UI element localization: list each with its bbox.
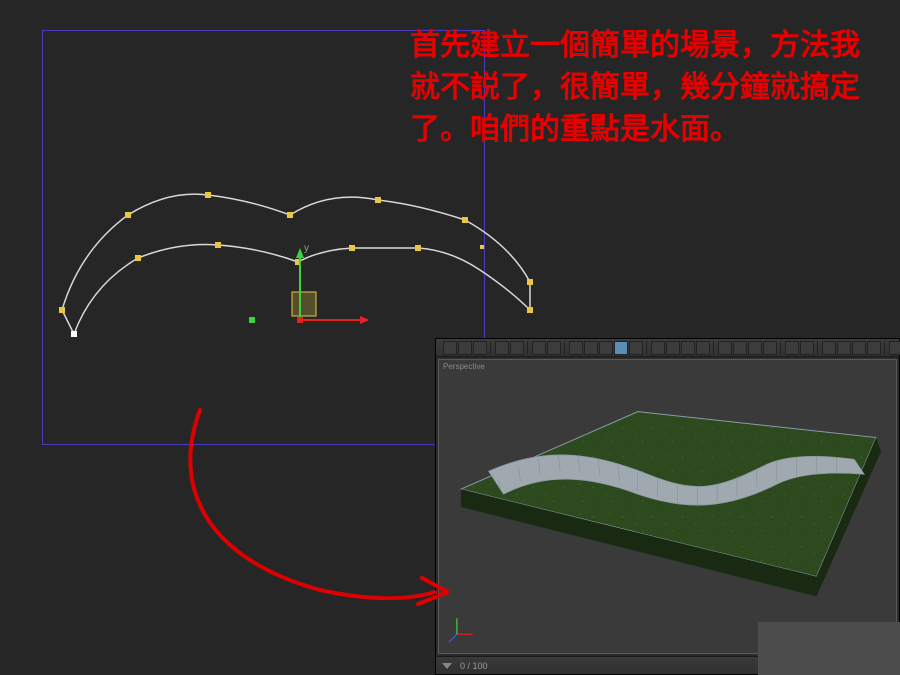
toolbar-button[interactable] — [599, 341, 613, 355]
vertex-handle[interactable] — [415, 245, 421, 251]
terrain-render — [439, 360, 896, 653]
perspective-toolbar — [436, 339, 899, 357]
toolbar-button[interactable] — [800, 341, 814, 355]
toolbar-button[interactable] — [629, 341, 643, 355]
axis-y-label: y — [304, 243, 309, 254]
gizmo-xy-plane[interactable] — [292, 292, 316, 316]
toolbar-button[interactable] — [473, 341, 487, 355]
toolbar-button[interactable] — [532, 341, 546, 355]
play-icon[interactable] — [442, 663, 452, 669]
toolbar-button[interactable] — [681, 341, 695, 355]
toolbar-button[interactable] — [696, 341, 710, 355]
vertex-handle[interactable] — [527, 279, 533, 285]
vertex-handle[interactable] — [462, 217, 468, 223]
toolbar-button[interactable] — [547, 341, 561, 355]
toolbar-button[interactable] — [495, 341, 509, 355]
vertex-handle-selected[interactable] — [71, 331, 77, 337]
toolbar-button[interactable] — [651, 341, 665, 355]
toolbar-button[interactable] — [733, 341, 747, 355]
vertex-handle[interactable] — [527, 307, 533, 313]
toolbar-button[interactable] — [666, 341, 680, 355]
toolbar-button[interactable] — [748, 341, 762, 355]
toolbar-button[interactable] — [718, 341, 732, 355]
perspective-viewport[interactable]: Perspective — [438, 359, 897, 654]
toolbar-button[interactable] — [569, 341, 583, 355]
toolbar-button[interactable] — [822, 341, 836, 355]
bottom-right-overlay — [758, 622, 900, 675]
vertex-handle[interactable] — [375, 197, 381, 203]
vertex-handle[interactable] — [205, 192, 211, 198]
toolbar-button[interactable] — [584, 341, 598, 355]
toolbar-button[interactable] — [763, 341, 777, 355]
toolbar-button[interactable] — [852, 341, 866, 355]
vertex-handle[interactable] — [125, 212, 131, 218]
toolbar-button[interactable] — [889, 341, 900, 355]
instruction-annotation: 首先建立一個簡單的場景，方法我就不説了，很簡單，幾分鐘就搞定了。咱們的重點是水面… — [410, 25, 880, 151]
vertex-handle[interactable] — [215, 242, 221, 248]
vertex-handle[interactable] — [135, 255, 141, 261]
vertex-handle[interactable] — [287, 212, 293, 218]
viewport-mini-gizmo — [449, 618, 473, 642]
frame-counter: 0 / 100 — [460, 661, 488, 671]
toolbar-button[interactable] — [458, 341, 472, 355]
toolbar-button[interactable] — [785, 341, 799, 355]
toolbar-button[interactable] — [837, 341, 851, 355]
toolbar-button[interactable] — [443, 341, 457, 355]
move-gizmo[interactable]: x y — [248, 240, 368, 340]
toolbar-button[interactable] — [510, 341, 524, 355]
vertex-handle[interactable] — [59, 307, 65, 313]
toolbar-button[interactable] — [867, 341, 881, 355]
toolbar-move-button[interactable] — [614, 341, 628, 355]
